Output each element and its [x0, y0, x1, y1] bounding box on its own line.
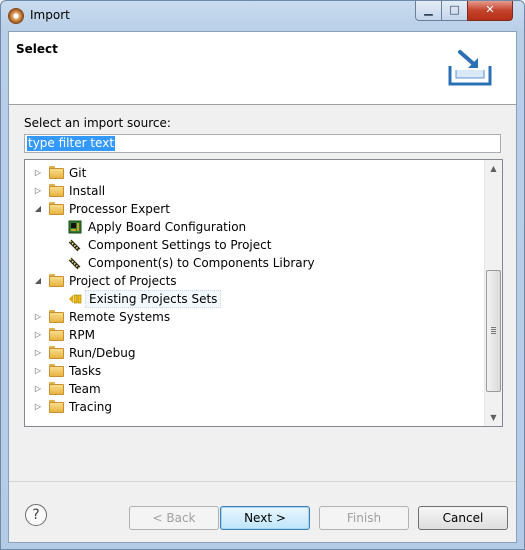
back-button[interactable]: < Back [129, 506, 219, 530]
dialog-client-area: Select Select an import source: type fil… [8, 31, 517, 543]
tree-item-label: Component(s) to Components Library [88, 256, 315, 270]
filter-input[interactable]: type filter text [24, 134, 501, 153]
tree-item-label: Processor Expert [69, 202, 170, 216]
folder-icon [49, 184, 64, 197]
grip-line [491, 327, 496, 328]
tree-item-label: Project of Projects [69, 274, 177, 288]
folder-icon [49, 328, 64, 341]
expand-arrow-icon[interactable]: ▷ [33, 362, 43, 380]
expand-arrow-icon[interactable]: ▷ [33, 344, 43, 362]
tree-item-label: Install [69, 184, 106, 198]
grip-line [491, 329, 496, 330]
maximize-button[interactable]: □ [441, 1, 468, 21]
footer-separator [9, 481, 516, 482]
scroll-down-arrow-icon[interactable]: ▼ [485, 409, 502, 426]
component-icon [68, 257, 81, 270]
minimize-button[interactable]: ▁ [415, 1, 442, 21]
title-bar[interactable]: Import ▁ □ ✕ [1, 1, 524, 31]
expand-arrow-icon[interactable]: ▷ [33, 380, 43, 398]
page-title: Select [16, 42, 58, 56]
tree-item-label: Git [69, 166, 87, 180]
grip-line [491, 333, 496, 334]
collapse-arrow-icon[interactable]: ◢ [33, 200, 43, 218]
folder-icon [49, 346, 64, 359]
folder-icon [49, 382, 64, 395]
finish-button[interactable]: Finish [319, 506, 409, 530]
folder-icon [49, 202, 64, 215]
wizard-header: Select [9, 32, 516, 105]
expand-arrow-icon[interactable]: ▷ [33, 398, 43, 416]
tree-item-label: Run/Debug [69, 346, 136, 360]
expand-arrow-icon[interactable]: ▷ [33, 182, 43, 200]
grip-line [491, 331, 496, 332]
import-dialog: Import ▁ □ ✕ Select Select an import sou… [0, 0, 525, 550]
folder-icon [49, 364, 64, 377]
folder-icon [49, 400, 64, 413]
tree-item-label: Component Settings to Project [88, 238, 272, 252]
tree-vertical-scrollbar[interactable]: ▲ ▼ [484, 160, 502, 426]
folder-icon [49, 274, 64, 287]
next-button[interactable]: Next > [220, 506, 310, 530]
import-source-tree[interactable]: ▷ Git ▷ Install ◢ Processor Expert Apply… [24, 159, 503, 427]
scrollbar-thumb[interactable] [486, 270, 501, 392]
eclipse-app-icon [8, 8, 24, 24]
help-icon[interactable]: ? [25, 504, 47, 526]
tree-item-label: Tasks [69, 364, 102, 378]
tree-item-label: Remote Systems [69, 310, 171, 324]
tree-item-label: Existing Projects Sets [85, 290, 222, 308]
tree-item-label: Apply Board Configuration [88, 220, 247, 234]
tree-item-label: Tracing [69, 400, 113, 414]
folder-icon [49, 310, 64, 323]
close-button[interactable]: ✕ [467, 1, 513, 21]
filter-label: Select an import source: [24, 116, 171, 130]
import-banner-icon [448, 50, 492, 86]
project-set-icon [69, 294, 82, 304]
folder-icon [49, 166, 64, 179]
collapse-arrow-icon[interactable]: ◢ [33, 272, 43, 290]
expand-arrow-icon[interactable]: ▷ [33, 164, 43, 182]
filter-input-value: type filter text [27, 136, 116, 151]
cancel-button[interactable]: Cancel [418, 506, 508, 530]
board-icon [68, 220, 82, 234]
tree-item-label: RPM [69, 328, 95, 342]
expand-arrow-icon[interactable]: ▷ [33, 326, 43, 344]
component-icon [68, 239, 81, 252]
tree-item-label: Team [69, 382, 101, 396]
expand-arrow-icon[interactable]: ▷ [33, 308, 43, 326]
window-title: Import [30, 8, 70, 22]
scroll-up-arrow-icon[interactable]: ▲ [485, 160, 502, 177]
